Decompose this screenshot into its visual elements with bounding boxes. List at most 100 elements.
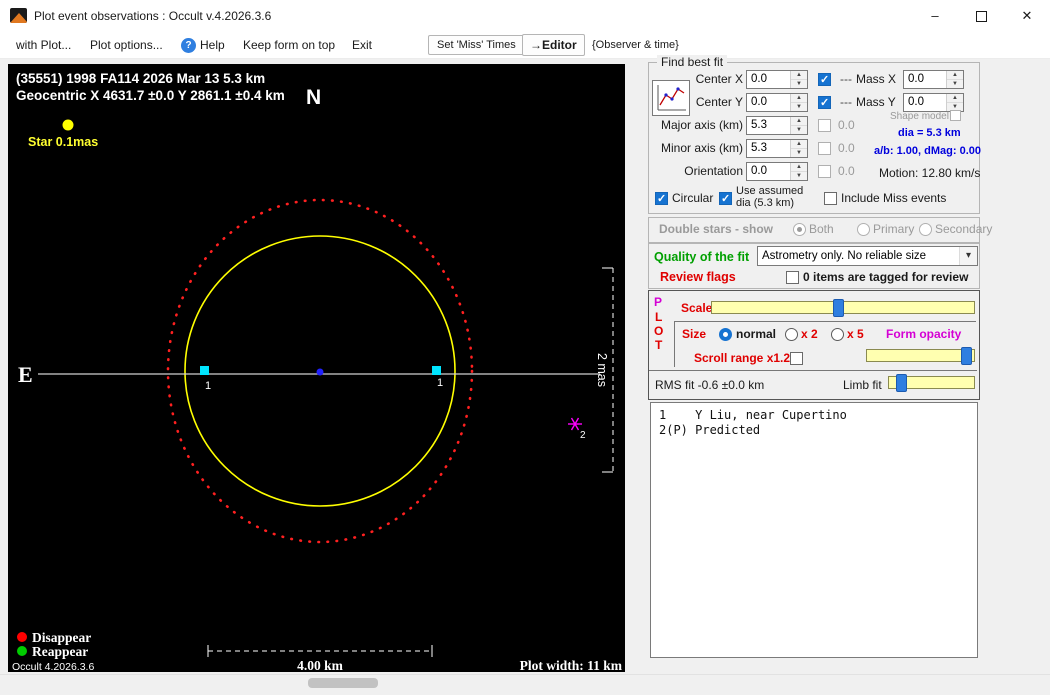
app-icon: [10, 8, 27, 23]
mass-x-value[interactable]: 0.0: [904, 71, 946, 88]
fit-button[interactable]: [652, 80, 690, 116]
horizontal-scale-bracket: [208, 645, 432, 657]
center-y-spinner[interactable]: 0.0 ▲▼: [746, 93, 808, 112]
spin-up-icon[interactable]: ▲: [947, 94, 963, 103]
mass-y-value[interactable]: 0.0: [904, 94, 946, 111]
horizontal-scrollbar[interactable]: [0, 674, 1050, 691]
size-x2-radio[interactable]: [785, 328, 798, 341]
plot-header-line2: Geocentric X 4631.7 ±0.0 Y 2861.1 ±0.4 k…: [16, 88, 285, 103]
predicted-marker-label: 2: [580, 430, 586, 441]
size-normal-radio[interactable]: [719, 328, 732, 341]
set-miss-times-button[interactable]: Set 'Miss' Times: [428, 35, 525, 55]
help-icon[interactable]: ?: [181, 38, 196, 53]
orientation-spinner[interactable]: 0.0 ▲▼: [746, 162, 808, 181]
include-miss-checkbox[interactable]: [824, 192, 837, 205]
center-y-spin-buttons[interactable]: ▲▼: [790, 94, 807, 111]
menu-help[interactable]: Help: [200, 32, 225, 58]
center-x-spinner[interactable]: 0.0 ▲▼: [746, 70, 808, 89]
double-stars-primary-radio[interactable]: [857, 223, 870, 236]
menu-keep-on-top[interactable]: Keep form on top: [243, 32, 335, 58]
orientation-fit-checkbox[interactable]: [818, 165, 831, 178]
spin-down-icon[interactable]: ▼: [791, 80, 807, 88]
size-x5-radio[interactable]: [831, 328, 844, 341]
close-icon: ✕: [1022, 8, 1033, 23]
menu-plot-options[interactable]: Plot options...: [90, 32, 163, 58]
plot-canvas[interactable]: (35551) 1998 FA114 2026 Mar 13 5.3 km Ge…: [8, 64, 625, 672]
double-stars-both-label: Both: [809, 222, 834, 236]
form-opacity-slider-thumb[interactable]: [961, 347, 972, 365]
minimize-button[interactable]: –: [912, 0, 958, 32]
double-stars-title: Double stars - show: [659, 222, 773, 236]
shape-model-checkbox[interactable]: [950, 110, 961, 121]
window-title: Plot event observations : Occult v.4.202…: [34, 0, 271, 32]
limb-fit-slider-thumb[interactable]: [896, 374, 907, 392]
center-y-value[interactable]: 0.0: [747, 94, 790, 111]
spin-up-icon[interactable]: ▲: [791, 71, 807, 80]
limb-fit-slider[interactable]: [888, 376, 975, 389]
plot-version-label: Occult 4.2026.3.6: [12, 661, 94, 672]
close-button[interactable]: ✕: [1004, 0, 1050, 32]
double-stars-both-radio[interactable]: [793, 223, 806, 236]
form-opacity-label: Form opacity: [886, 327, 961, 341]
quality-of-fit-dropdown[interactable]: Astrometry only. No reliable size ▾: [757, 246, 978, 266]
limb-fit-label: Limb fit: [843, 378, 882, 392]
plot-letter-l: L: [655, 310, 662, 324]
spin-down-icon[interactable]: ▼: [791, 172, 807, 180]
spin-up-icon[interactable]: ▲: [791, 140, 807, 149]
mass-x-label: Mass X: [856, 72, 896, 86]
use-assumed-dia-checkbox[interactable]: [719, 192, 732, 205]
editor-button[interactable]: →Editor: [522, 34, 585, 56]
major-axis-fit-checkbox[interactable]: [818, 119, 831, 132]
predicted-marker-icon[interactable]: [568, 418, 582, 430]
find-best-fit-title: Find best fit: [657, 55, 727, 69]
mass-x-spin-buttons[interactable]: ▲▼: [946, 71, 963, 88]
spin-up-icon[interactable]: ▲: [791, 163, 807, 172]
center-x-spin-buttons[interactable]: ▲▼: [790, 71, 807, 88]
mass-x-spinner[interactable]: 0.0 ▲▼: [903, 70, 964, 89]
observations-list[interactable]: 1 Y Liu, near Cupertino 2(P) Predicted: [650, 402, 978, 658]
chord-start-marker[interactable]: [200, 366, 209, 375]
minor-axis-spinner[interactable]: 5.3 ▲▼: [746, 139, 808, 158]
major-axis-spinner[interactable]: 5.3 ▲▼: [746, 116, 808, 135]
list-item[interactable]: 2(P) Predicted: [659, 423, 969, 438]
title-bar: Plot event observations : Occult v.4.202…: [0, 0, 1050, 32]
circular-checkbox[interactable]: [655, 192, 668, 205]
orientation-spin-buttons[interactable]: ▲▼: [790, 163, 807, 180]
dropdown-arrow-icon[interactable]: ▾: [959, 247, 977, 265]
scale-slider[interactable]: [711, 301, 975, 314]
form-opacity-slider[interactable]: [866, 349, 975, 362]
menu-exit[interactable]: Exit: [352, 32, 372, 58]
spin-down-icon[interactable]: ▼: [791, 149, 807, 157]
rms-fit-label: RMS fit -0.6 ±0.0 km: [655, 378, 764, 392]
minor-axis-fit-checkbox[interactable]: [818, 142, 831, 155]
center-x-value[interactable]: 0.0: [747, 71, 790, 88]
chord-end-marker[interactable]: [432, 366, 441, 375]
plot-letter-t: T: [655, 338, 662, 352]
minor-axis-value[interactable]: 5.3: [747, 140, 790, 157]
spin-down-icon[interactable]: ▼: [791, 126, 807, 134]
scale-slider-thumb[interactable]: [833, 299, 844, 317]
review-flags-checkbox[interactable]: [786, 271, 799, 284]
mass-y-spin-buttons[interactable]: ▲▼: [946, 94, 963, 111]
center-y-fit-checkbox[interactable]: [818, 96, 831, 109]
maximize-button[interactable]: [958, 0, 1004, 32]
spin-up-icon[interactable]: ▲: [791, 117, 807, 126]
spin-up-icon[interactable]: ▲: [947, 71, 963, 80]
spin-down-icon[interactable]: ▼: [947, 80, 963, 88]
menu-with-plot[interactable]: with Plot...: [16, 32, 71, 58]
minor-axis-spin-buttons[interactable]: ▲▼: [790, 140, 807, 157]
center-x-fit-checkbox[interactable]: [818, 73, 831, 86]
horizontal-scrollbar-thumb[interactable]: [308, 678, 378, 688]
orientation-value[interactable]: 0.0: [747, 163, 790, 180]
spin-down-icon[interactable]: ▼: [791, 103, 807, 111]
review-flags-label: Review flags: [660, 270, 736, 284]
reappear-dot-icon: [17, 646, 27, 656]
major-axis-value[interactable]: 5.3: [747, 117, 790, 134]
spin-up-icon[interactable]: ▲: [791, 94, 807, 103]
list-item[interactable]: 1 Y Liu, near Cupertino: [659, 408, 969, 423]
plot-letter-o: O: [654, 324, 663, 338]
double-stars-secondary-radio[interactable]: [919, 223, 932, 236]
scroll-range-checkbox[interactable]: [790, 352, 803, 365]
legend-disappear: Disappear: [32, 630, 91, 645]
major-axis-spin-buttons[interactable]: ▲▼: [790, 117, 807, 134]
